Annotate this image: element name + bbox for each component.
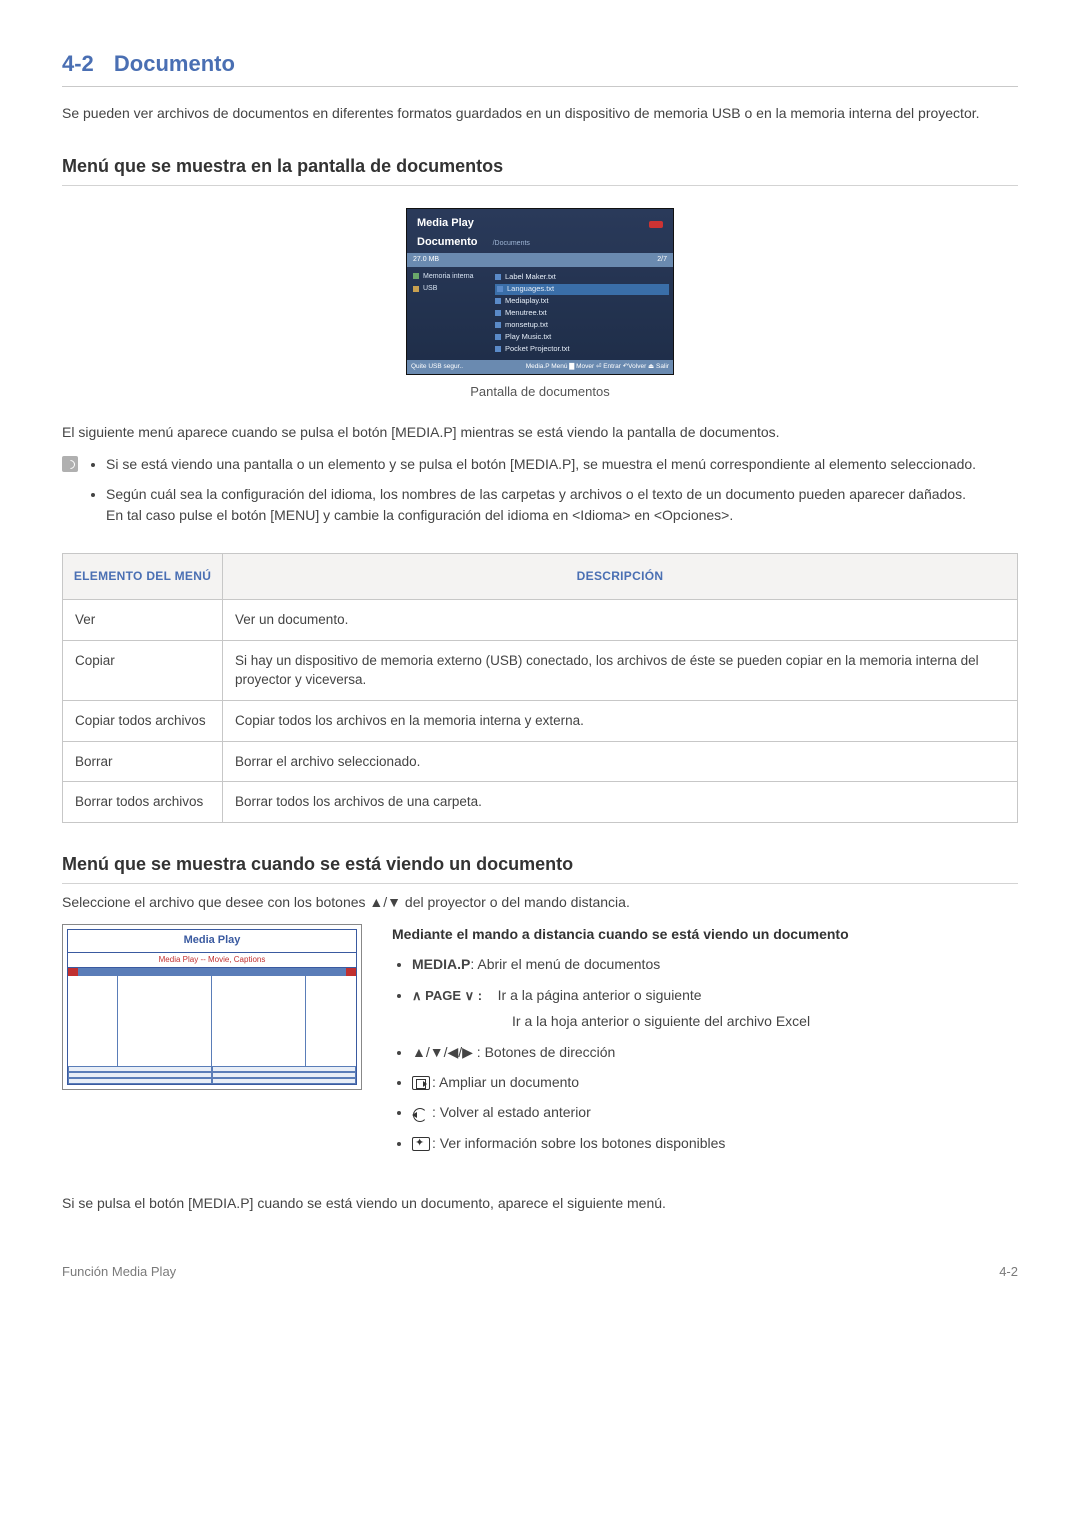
mode-label: Documento <box>417 236 478 248</box>
remote-item-direction: ▲/▼/◀/▶ : Botones de dirección <box>412 1042 1018 1062</box>
subheading-doc-screen: Menú que se muestra en la pantalla de do… <box>62 153 1018 186</box>
note-icon <box>62 456 78 472</box>
screenshot-doc-view: Media Play Media Play -- Movie, Captions <box>62 924 362 1090</box>
table-row: Copiar todos archivosCopiar todos los ar… <box>63 700 1018 741</box>
table-row: CopiarSi hay un dispositivo de memoria e… <box>63 640 1018 700</box>
info-icon <box>412 1137 430 1151</box>
table-row: BorrarBorrar el archivo seleccionado. <box>63 741 1018 782</box>
remote-page-indent: Ir a la hoja anterior o siguiente del ar… <box>512 1011 1018 1031</box>
footer-left: Función Media Play <box>62 1263 176 1282</box>
section-number: 4-2 <box>62 51 94 76</box>
th-menu-item: ELEMENTO DEL MENÚ <box>63 553 223 599</box>
usb-plug-icon <box>649 221 663 228</box>
menu-table: ELEMENTO DEL MENÚ DESCRIPCIÓN VerVer un … <box>62 553 1018 823</box>
size-label: 27.0 MB <box>413 255 439 265</box>
section-title: 4-2 Documento <box>62 48 1018 87</box>
mini-sub: Media Play -- Movie, Captions <box>68 952 356 968</box>
remote-list: MEDIA.P: Abrir el menú de documentos ∧ P… <box>392 954 1018 1153</box>
screenshot-caption: Pantalla de documentos <box>62 383 1018 402</box>
para-mediap-viewing: Si se pulsa el botón [MEDIA.P] cuando se… <box>62 1193 1018 1213</box>
footer-right: 4-2 <box>999 1263 1018 1282</box>
foot-right: Media.P Menú ▇ Mover ⏎ Entrar ↶Volver ⏏ … <box>526 362 669 371</box>
return-icon <box>412 1107 430 1121</box>
subheading-viewing: Menú que se muestra cuando se está viend… <box>62 851 1018 884</box>
foot-left: Quite USB segur.. <box>411 362 463 371</box>
para-mediap: El siguiente menú aparece cuando se puls… <box>62 422 1018 442</box>
side-mem: Memoria interna <box>413 272 485 282</box>
file-list: Label Maker.txt Languages.txt Mediaplay.… <box>491 267 673 360</box>
note-list: Si se está viendo una pantalla o un elem… <box>88 454 976 535</box>
remote-item-info: : Ver información sobre los botones disp… <box>412 1133 1018 1153</box>
remote-item-mediap: MEDIA.P: Abrir el menú de documentos <box>412 954 1018 974</box>
mini-header: Media Play <box>68 930 356 952</box>
page-indicator: 2/7 <box>657 255 667 265</box>
remote-title: Mediante el mando a distancia cuando se … <box>392 924 1018 944</box>
remote-item-zoom: : Ampliar un documento <box>412 1072 1018 1092</box>
zoom-icon <box>412 1076 430 1090</box>
path-label: /Documents <box>493 240 530 247</box>
note-item: Si se está viendo una pantalla o un elem… <box>106 454 976 474</box>
section-name: Documento <box>114 51 235 76</box>
intro-text: Se pueden ver archivos de documentos en … <box>62 103 1018 123</box>
page-footer: Función Media Play 4-2 <box>62 1263 1018 1282</box>
th-description: DESCRIPCIÓN <box>223 553 1018 599</box>
para-select: Seleccione el archivo que desee con los … <box>62 892 1018 912</box>
note-item: Según cuál sea la configuración del idio… <box>106 484 976 525</box>
table-row: Borrar todos archivosBorrar todos los ar… <box>63 782 1018 823</box>
remote-item-page: ∧ PAGE ∨ : Ir a la página anterior o sig… <box>412 985 1018 1032</box>
remote-item-back: : Volver al estado anterior <box>412 1102 1018 1122</box>
screenshot-doc-list: Media Play Documento /Documents 27.0 MB … <box>62 208 1018 375</box>
table-row: VerVer un documento. <box>63 600 1018 641</box>
app-title: Media Play <box>417 216 474 232</box>
side-usb: USB <box>413 284 485 294</box>
